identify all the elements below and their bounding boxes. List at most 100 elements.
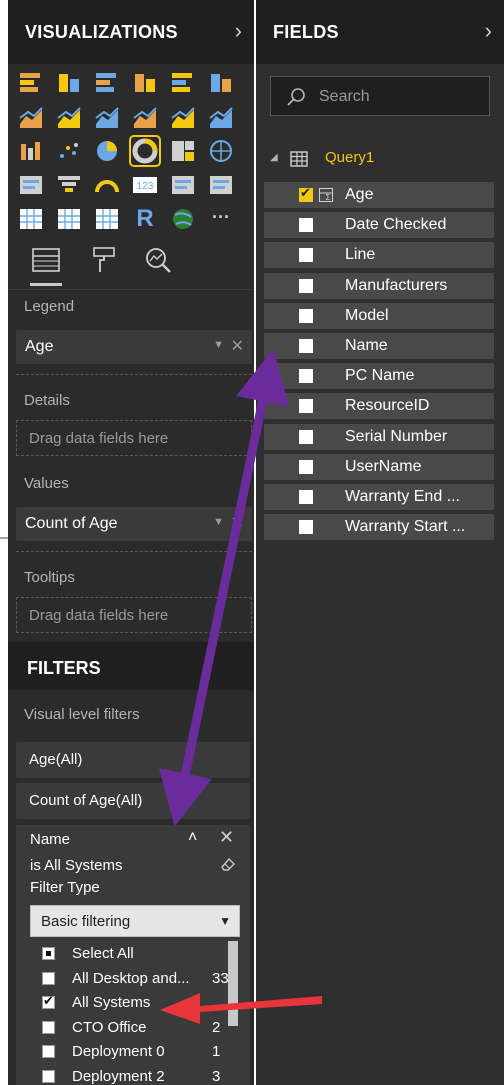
fields-tab-icon[interactable]: [30, 244, 62, 286]
clustered-column-icon[interactable]: [132, 70, 158, 96]
field-label: PC Name: [345, 367, 415, 385]
field-checkbox-icon[interactable]: [299, 308, 313, 323]
kpi-icon[interactable]: [208, 172, 234, 198]
field-item[interactable]: Warranty Start ...: [264, 514, 494, 541]
chevron-up-icon[interactable]: ˄: [188, 829, 197, 847]
treemap-icon[interactable]: [170, 138, 196, 164]
matrix-icon[interactable]: [94, 206, 120, 232]
values-well[interactable]: Count of Age ▼ ✕: [16, 507, 252, 541]
filled-map-icon[interactable]: [18, 172, 44, 198]
field-item[interactable]: Manufacturers: [264, 272, 494, 299]
field-item[interactable]: UserName: [264, 453, 494, 480]
donut-chart-icon[interactable]: [129, 135, 161, 167]
field-item[interactable]: Model: [264, 302, 494, 329]
checkbox-icon[interactable]: [42, 1020, 55, 1034]
field-checkbox-icon[interactable]: [299, 520, 313, 535]
table-icon[interactable]: [56, 206, 82, 232]
collapse-pane-chevron-icon[interactable]: ›: [235, 18, 242, 44]
field-checkbox-icon[interactable]: [299, 459, 313, 474]
filter-type-select[interactable]: Basic filtering ▼: [30, 905, 240, 937]
funnel-icon[interactable]: [56, 172, 82, 198]
tooltips-placeholder: Drag data fields here: [29, 607, 169, 624]
screenshot-frame: VISUALIZATIONS › 123 R ··· Legend Age ▼ ✕ …: [0, 0, 504, 1085]
pie-chart-icon[interactable]: [94, 138, 120, 164]
scatter-icon[interactable]: [56, 138, 82, 164]
stacked-bar-icon[interactable]: [18, 70, 44, 96]
analytics-magnifier-icon[interactable]: [142, 244, 174, 276]
ribbon-chart-icon[interactable]: [208, 104, 234, 130]
field-label: Warranty End ...: [345, 488, 460, 505]
checkbox-icon[interactable]: [42, 1069, 55, 1083]
filter-value-row[interactable]: Deployment 0 1: [32, 1041, 238, 1065]
waterfall-icon[interactable]: [18, 138, 44, 164]
expand-caret-icon[interactable]: ◢: [270, 152, 278, 163]
clustered-bar-icon[interactable]: [94, 70, 120, 96]
filter-value-row[interactable]: Deployment 2 3: [32, 1066, 238, 1085]
visualizations-pane: VISUALIZATIONS › 123 R ··· Legend Age ▼ ✕ …: [8, 0, 254, 1085]
field-checkbox-icon[interactable]: [299, 185, 313, 202]
field-item[interactable]: Warranty End ...: [264, 484, 494, 510]
globe-icon[interactable]: [170, 206, 196, 232]
field-checkbox-icon[interactable]: [299, 429, 313, 444]
eraser-icon[interactable]: [219, 855, 237, 878]
field-item[interactable]: Line: [264, 242, 494, 269]
line-column-icon[interactable]: [132, 104, 158, 130]
legend-remove-icon[interactable]: ✕: [231, 336, 244, 356]
gauge-icon[interactable]: [94, 172, 120, 198]
values-remove-icon[interactable]: ✕: [231, 513, 244, 533]
area-chart-icon[interactable]: [56, 104, 82, 130]
100-bar-icon[interactable]: [170, 70, 196, 96]
more-icon[interactable]: ···: [208, 206, 234, 232]
filter-card-count-of-age[interactable]: Count of Age(All): [16, 783, 250, 819]
field-checkbox-icon[interactable]: [299, 490, 313, 504]
filter-card-age[interactable]: Age(All): [16, 742, 250, 778]
stacked-area-icon[interactable]: [94, 104, 120, 130]
field-item[interactable]: ResourceID: [264, 393, 494, 420]
field-checkbox-icon[interactable]: [299, 218, 313, 233]
filter-value-row[interactable]: All Systems: [32, 992, 238, 1016]
card-icon[interactable]: 123: [132, 172, 158, 198]
field-item[interactable]: Σ Age: [264, 182, 494, 208]
field-item[interactable]: PC Name: [264, 363, 494, 390]
checkbox-icon[interactable]: [42, 993, 55, 1009]
close-icon[interactable]: ✕: [219, 827, 234, 848]
pane-tabs: [8, 236, 254, 290]
map-icon[interactable]: [208, 138, 234, 164]
line-clustered-column-icon[interactable]: [170, 104, 196, 130]
values-label: Values: [24, 475, 69, 492]
field-checkbox-icon[interactable]: [299, 248, 313, 263]
slicer-icon[interactable]: [18, 206, 44, 232]
table-node-query1[interactable]: ◢ Query1: [268, 148, 468, 170]
filter-value-count: 33: [212, 969, 229, 987]
field-checkbox-icon[interactable]: [299, 278, 313, 293]
field-label: Date Checked: [345, 216, 447, 234]
stacked-column-icon[interactable]: [56, 70, 82, 96]
checkbox-icon[interactable]: [42, 971, 55, 985]
filter-value-row[interactable]: CTO Office 2: [32, 1017, 238, 1041]
field-item[interactable]: Date Checked: [264, 212, 494, 239]
checkbox-icon[interactable]: [42, 947, 55, 960]
field-checkbox-icon[interactable]: [299, 339, 313, 353]
field-checkbox-icon[interactable]: [299, 399, 313, 414]
field-item[interactable]: Serial Number: [264, 423, 494, 450]
filter-value-row[interactable]: Select All: [32, 943, 238, 967]
filter-list-scrollbar[interactable]: [228, 941, 238, 1026]
line-chart-icon[interactable]: [18, 104, 44, 130]
multirow-card-icon[interactable]: [170, 172, 196, 198]
legend-well[interactable]: Age ▼ ✕: [16, 330, 252, 364]
dropdown-arrow-icon[interactable]: ▼: [219, 914, 231, 928]
format-paint-roller-icon[interactable]: [88, 244, 120, 276]
filter-value-row[interactable]: All Desktop and... 33: [32, 968, 238, 992]
r-visual-icon[interactable]: R: [132, 206, 158, 232]
checkbox-icon[interactable]: [42, 1045, 55, 1058]
collapse-fields-chevron-icon[interactable]: ›: [485, 18, 492, 44]
tooltips-drop-zone[interactable]: Drag data fields here: [16, 597, 252, 633]
field-checkbox-icon[interactable]: [299, 369, 313, 384]
legend-dropdown-icon[interactable]: ▼: [213, 339, 224, 351]
details-placeholder: Drag data fields here: [29, 430, 169, 447]
field-item[interactable]: Name: [264, 333, 494, 359]
fields-search-box[interactable]: Search: [270, 76, 490, 116]
100-column-icon[interactable]: [208, 70, 234, 96]
details-drop-zone[interactable]: Drag data fields here: [16, 420, 252, 456]
values-dropdown-icon[interactable]: ▼: [213, 516, 224, 528]
